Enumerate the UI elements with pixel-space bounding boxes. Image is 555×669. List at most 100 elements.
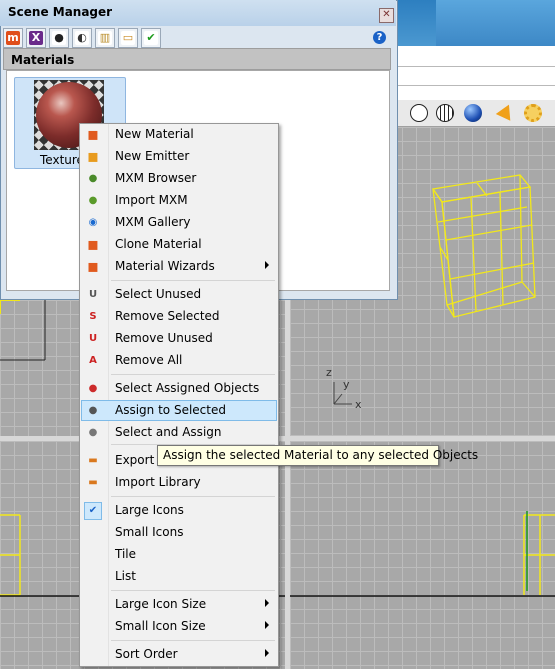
shaded-sphere-icon[interactable] (464, 104, 482, 122)
folder-tab[interactable]: ▭ (118, 28, 138, 48)
materials-tab[interactable]: m (3, 28, 23, 48)
menu-item-label: Clone Material (115, 237, 202, 251)
menu-item-label: Small Icons (115, 525, 184, 539)
wireframe-grid-sphere-icon[interactable] (436, 104, 454, 122)
scene-manager-title: Scene Manager (8, 5, 113, 19)
menu-item-large-icons[interactable]: ✔ Large Icons (81, 500, 277, 521)
menu-item-label: Select Unused (115, 287, 202, 301)
remove-all-icon: A (89, 355, 97, 366)
axis-z-label: z (326, 366, 332, 379)
menu-item-label: Remove All (115, 353, 183, 367)
submenu-arrow-icon (265, 261, 269, 269)
menu-item-label: Assign to Selected (115, 403, 226, 417)
menu-item-label: Remove Selected (115, 309, 220, 323)
mxm-gallery-icon: ◉ (88, 217, 98, 228)
material-wizards-icon: ▪ (86, 256, 100, 277)
assign-selected-icon: ● (88, 405, 98, 416)
menu-item-mxm-gallery[interactable]: ◉ MXM Gallery (81, 212, 277, 233)
submenu-arrow-icon (265, 599, 269, 607)
main-window-title-strip (396, 0, 555, 46)
menu-item-import-mxm[interactable]: ● Import MXM (81, 190, 277, 211)
environment-tab[interactable]: ◐ (72, 28, 92, 48)
folder-tab-icon: ▭ (121, 31, 135, 45)
menu-item-label: New Emitter (115, 149, 190, 163)
command-input[interactable] (396, 66, 555, 86)
menu-separator (111, 280, 275, 281)
menu-item-new-material[interactable]: ▪ New Material (81, 124, 277, 145)
menu-item-label: Large Icon Size (115, 597, 207, 611)
render-tab[interactable]: ▥ (95, 28, 115, 48)
menu-item-tile[interactable]: Tile (81, 544, 277, 565)
export-icon: ▬ (88, 455, 98, 466)
environment-tab-icon: ◐ (75, 31, 89, 45)
light-icon[interactable] (495, 101, 517, 121)
command-area (396, 46, 555, 100)
menu-item-label: Large Icons (115, 503, 184, 517)
close-icon[interactable]: ✕ (379, 8, 394, 23)
side-viewport[interactable] (290, 441, 555, 669)
mxm-browser-icon: ● (88, 173, 98, 184)
menu-item-sort-order[interactable]: Sort Order (81, 644, 277, 665)
axis-y-label: y (343, 378, 350, 391)
menu-item-small-icon-size[interactable]: Small Icon Size (81, 616, 277, 637)
menu-item-remove-selected[interactable]: S Remove Selected (81, 306, 277, 327)
gear-icon[interactable] (524, 104, 542, 122)
menu-item-mxm-browser[interactable]: ● MXM Browser (81, 168, 277, 189)
select-assigned-icon: ● (88, 383, 98, 394)
menu-separator (111, 374, 275, 375)
menu-item-label: Sort Order (115, 647, 178, 661)
menu-item-label: Select and Assign (115, 425, 222, 439)
menu-item-select-and-assign[interactable]: ● Select and Assign (81, 422, 277, 443)
menu-separator (111, 496, 275, 497)
menu-item-material-wizards[interactable]: ▪ Material Wizards (81, 256, 277, 277)
camera-tab-icon: ● (52, 31, 66, 45)
menu-item-list[interactable]: List (81, 566, 277, 587)
menu-item-label: Tile (115, 547, 137, 561)
submenu-arrow-icon (265, 621, 269, 629)
axis-x-label: x (355, 398, 362, 411)
menu-separator (111, 590, 275, 591)
menu-item-label: New Material (115, 127, 194, 141)
menu-item-import-library[interactable]: ▬ Import Library (81, 472, 277, 493)
clone-material-icon: ▪ (86, 234, 100, 255)
render-tab-icon: ▥ (98, 31, 112, 45)
camera-tab[interactable]: ● (49, 28, 69, 48)
checkmark-icon: ✔ (84, 502, 102, 520)
menu-item-remove-all[interactable]: A Remove All (81, 350, 277, 371)
menu-item-select-assigned[interactable]: ● Select Assigned Objects (81, 378, 277, 399)
remove-selected-icon: S (89, 311, 97, 322)
menu-item-label: Select Assigned Objects (115, 381, 260, 395)
menu-item-large-icon-size[interactable]: Large Icon Size (81, 594, 277, 615)
remove-unused-icon: U (88, 333, 98, 344)
import-mxm-icon: ● (88, 195, 98, 206)
new-material-icon: ▪ (86, 124, 100, 145)
wireframe-sphere-icon[interactable] (410, 104, 428, 122)
menu-item-new-emitter[interactable]: ▪ New Emitter (81, 146, 277, 167)
help-icon[interactable]: ? (373, 31, 386, 44)
materials-tab-icon: m (6, 31, 20, 45)
scene-manager-tabs: m X ● ◐ ▥ ▭ ✔ (3, 28, 393, 48)
menu-separator (111, 640, 275, 641)
emitters-tab[interactable]: X (26, 28, 46, 48)
menu-item-select-unused[interactable]: U Select Unused (81, 284, 277, 305)
menu-item-remove-unused[interactable]: U Remove Unused (81, 328, 277, 349)
menu-item-assign-selected[interactable]: ● Assign to Selected (81, 400, 277, 421)
menu-item-label: List (115, 569, 136, 583)
select-unused-icon: U (88, 289, 98, 300)
tooltip: Assign the selected Material to any sele… (157, 445, 478, 466)
import-library-icon: ▬ (88, 477, 98, 488)
check-tab[interactable]: ✔ (141, 28, 161, 48)
menu-item-label: Small Icon Size (115, 619, 206, 633)
submenu-arrow-icon (265, 649, 269, 657)
new-emitter-icon: ▪ (86, 146, 100, 167)
menu-item-small-icons[interactable]: Small Icons (81, 522, 277, 543)
menu-item-label: MXM Gallery (115, 215, 191, 229)
materials-section-label: Materials (11, 53, 75, 67)
menu-item-label: Import Library (115, 475, 201, 489)
menu-item-clone-material[interactable]: ▪ Clone Material (81, 234, 277, 255)
menu-item-label: Import MXM (115, 193, 188, 207)
viewport-toolbar (396, 100, 555, 127)
menu-item-label: Material Wizards (115, 259, 215, 273)
menu-item-label: MXM Browser (115, 171, 197, 185)
check-tab-icon: ✔ (144, 31, 158, 45)
